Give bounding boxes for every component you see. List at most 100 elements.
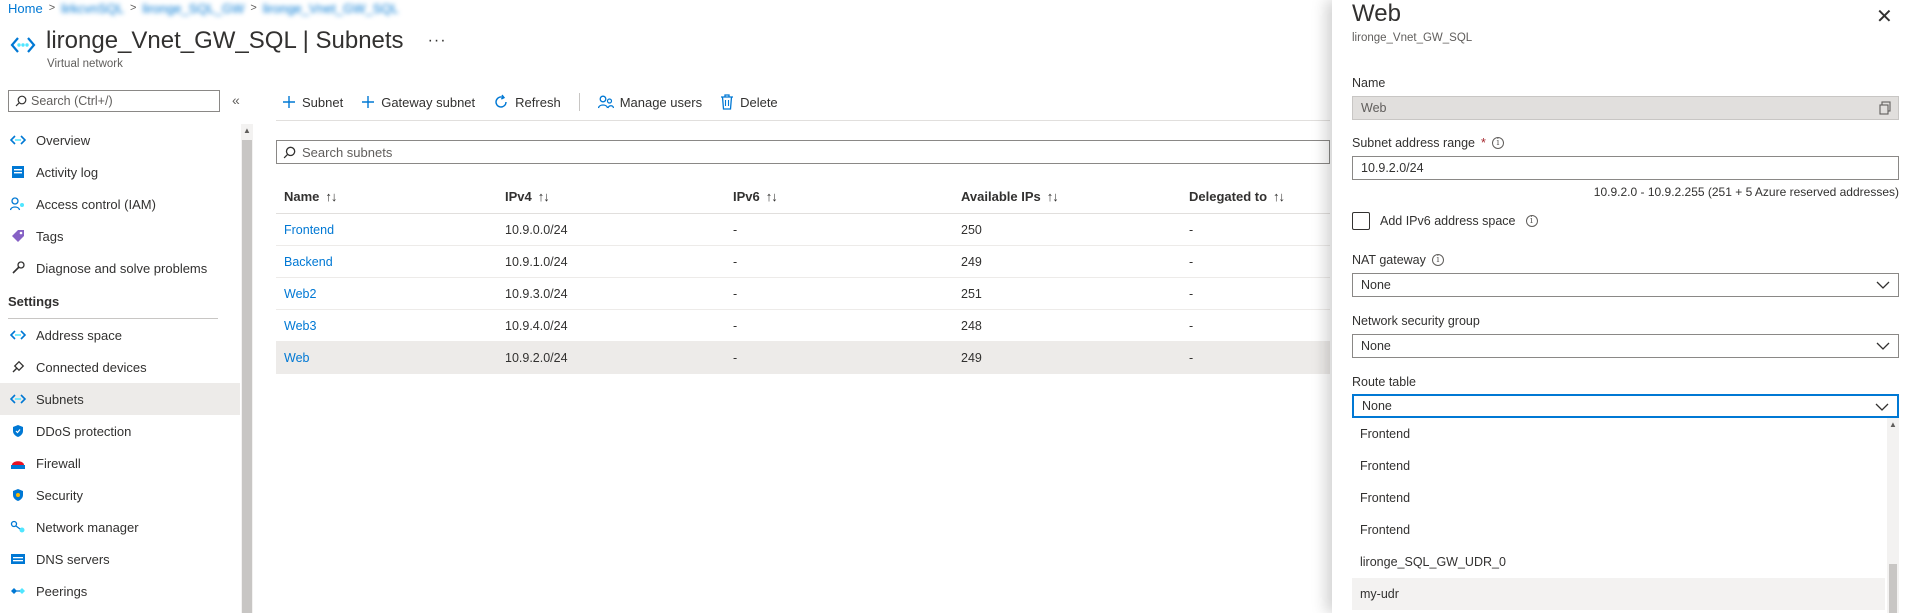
subnet-name-link[interactable]: Backend bbox=[284, 255, 333, 269]
field-value: 10.9.2.0/24 bbox=[1361, 161, 1424, 175]
nav-label: Diagnose and solve problems bbox=[36, 260, 208, 276]
dropdown-option-hovered[interactable]: my-udr bbox=[1352, 578, 1885, 610]
label-text: Name bbox=[1352, 76, 1386, 90]
sort-icon[interactable]: ↑↓ bbox=[325, 189, 337, 204]
vnet-icon bbox=[10, 37, 36, 53]
nav-label: DDoS protection bbox=[36, 423, 132, 439]
subnet-name-link[interactable]: Web3 bbox=[284, 319, 316, 333]
breadcrumb-item-blurred[interactable]: lirkcvnSQL bbox=[61, 1, 124, 16]
nav-item-connected-devices[interactable]: Connected devices bbox=[0, 351, 240, 383]
breadcrumb-item-blurred[interactable]: lironge_SQL_GW bbox=[142, 1, 244, 16]
nav-item-network-manager[interactable]: Network manager bbox=[0, 511, 240, 543]
nav-label: Security bbox=[36, 487, 83, 503]
scroll-up-arrow-icon[interactable]: ▲ bbox=[243, 126, 251, 135]
refresh-button[interactable]: Refresh bbox=[493, 94, 561, 110]
dropdown-option[interactable]: Frontend bbox=[1352, 450, 1885, 482]
table-row[interactable]: Frontend 10.9.0.0/24 - 250 - bbox=[276, 214, 1330, 246]
cell-delegated-to: - bbox=[1189, 254, 1194, 269]
resource-menu-scrollbar[interactable]: ▲ bbox=[241, 124, 253, 613]
nav-section-settings: Settings bbox=[8, 293, 60, 309]
column-header-ipv4[interactable]: IPv4 ↑↓ bbox=[505, 189, 733, 204]
nav-item-ddos-protection[interactable]: DDoS protection bbox=[0, 415, 240, 447]
nav-item-subnets[interactable]: Subnets bbox=[0, 383, 240, 415]
nav-item-overview[interactable]: Overview bbox=[0, 124, 240, 156]
scrollbar-thumb[interactable] bbox=[1889, 564, 1897, 613]
table-row[interactable]: Web2 10.9.3.0/24 - 251 - bbox=[276, 278, 1330, 310]
table-row[interactable]: Web3 10.9.4.0/24 - 248 - bbox=[276, 310, 1330, 342]
route-table-label: Route table bbox=[1352, 375, 1416, 389]
vnet-icon bbox=[10, 132, 26, 148]
cell-ipv4: 10.9.2.0/24 bbox=[505, 350, 568, 365]
command-bar-divider bbox=[276, 120, 1330, 121]
delete-button[interactable]: Delete bbox=[720, 94, 778, 110]
checkbox-box[interactable] bbox=[1352, 212, 1370, 230]
info-icon[interactable]: i bbox=[1431, 254, 1444, 266]
nav-label: Tags bbox=[36, 228, 64, 244]
resource-menu-search[interactable]: Search (Ctrl+/) bbox=[8, 90, 220, 112]
nsg-dropdown[interactable]: None bbox=[1352, 334, 1899, 358]
cell-ipv6: - bbox=[733, 350, 738, 365]
resource-menu: Overview Activity log Access control (IA… bbox=[0, 124, 240, 607]
dropdown-option[interactable]: lironge_SQL_GW_UDR_0 bbox=[1352, 546, 1885, 578]
breadcrumb-home[interactable]: Home bbox=[8, 1, 43, 16]
nav-item-dns-servers[interactable]: DNS servers bbox=[0, 543, 240, 575]
nat-gateway-dropdown[interactable]: None bbox=[1352, 273, 1899, 297]
info-icon[interactable]: i bbox=[1525, 215, 1538, 227]
dropdown-option[interactable]: Frontend bbox=[1352, 418, 1885, 450]
nav-label: Access control (IAM) bbox=[36, 196, 156, 212]
copy-icon[interactable] bbox=[1878, 101, 1892, 115]
cell-ipv6: - bbox=[733, 254, 738, 269]
table-row[interactable]: Backend 10.9.1.0/24 - 249 - bbox=[276, 246, 1330, 278]
plus-icon bbox=[283, 96, 295, 108]
more-actions-button[interactable]: ··· bbox=[428, 32, 447, 50]
column-header-ipv6[interactable]: IPv6 ↑↓ bbox=[733, 189, 961, 204]
dropdown-scrollbar[interactable]: ▲ bbox=[1887, 418, 1899, 613]
button-label: Refresh bbox=[515, 94, 561, 110]
subnet-edit-panel: Web lironge_Vnet_GW_SQL ✕ Name Web Subne… bbox=[1332, 0, 1909, 613]
dropdown-option[interactable]: Frontend bbox=[1352, 514, 1885, 546]
sort-icon[interactable]: ↑↓ bbox=[766, 189, 778, 204]
nav-item-firewall[interactable]: Firewall bbox=[0, 447, 240, 479]
add-gateway-subnet-button[interactable]: Gateway subnet bbox=[361, 95, 475, 110]
collapse-menu-button[interactable]: « bbox=[232, 92, 240, 108]
nav-item-activity-log[interactable]: Activity log bbox=[0, 156, 240, 188]
column-label: IPv4 bbox=[505, 189, 532, 204]
manage-users-button[interactable]: Manage users bbox=[597, 95, 702, 110]
checkbox-label: Add IPv6 address space bbox=[1380, 214, 1516, 228]
nav-item-diagnose[interactable]: Diagnose and solve problems bbox=[0, 252, 240, 284]
close-icon[interactable]: ✕ bbox=[1876, 4, 1893, 29]
scroll-up-arrow-icon[interactable]: ▲ bbox=[1889, 420, 1897, 429]
column-header-name[interactable]: Name ↑↓ bbox=[276, 189, 505, 204]
subnet-name-link[interactable]: Frontend bbox=[284, 223, 334, 237]
nav-item-peerings[interactable]: Peerings bbox=[0, 575, 240, 607]
cell-delegated-to: - bbox=[1189, 350, 1194, 365]
label-text: NAT gateway bbox=[1352, 253, 1426, 267]
breadcrumb-separator: > bbox=[48, 2, 56, 14]
column-header-delegated-to[interactable]: Delegated to ↑↓ bbox=[1189, 189, 1330, 204]
subnet-name-link[interactable]: Web bbox=[284, 351, 309, 365]
cell-delegated-to: - bbox=[1189, 222, 1194, 237]
subnet-range-input[interactable]: 10.9.2.0/24 bbox=[1352, 156, 1899, 180]
info-icon[interactable]: i bbox=[1491, 137, 1504, 149]
subnet-name-link[interactable]: Web2 bbox=[284, 287, 316, 301]
nav-label: Peerings bbox=[36, 583, 88, 599]
column-header-available-ips[interactable]: Available IPs ↑↓ bbox=[961, 189, 1189, 204]
sort-icon[interactable]: ↑↓ bbox=[1047, 189, 1059, 204]
dropdown-value: None bbox=[1361, 278, 1391, 292]
nav-item-tags[interactable]: Tags bbox=[0, 220, 240, 252]
sort-icon[interactable]: ↑↓ bbox=[1273, 189, 1285, 204]
nav-item-iam[interactable]: Access control (IAM) bbox=[0, 188, 240, 220]
breadcrumb-item-blurred[interactable]: lironge_Vnet_GW_SQL bbox=[263, 1, 399, 16]
route-table-dropdown[interactable]: None bbox=[1352, 394, 1899, 418]
add-ipv6-checkbox[interactable]: Add IPv6 address space i bbox=[1352, 212, 1538, 230]
scrollbar-thumb[interactable] bbox=[242, 140, 252, 613]
sort-icon[interactable]: ↑↓ bbox=[538, 189, 550, 204]
add-subnet-button[interactable]: Subnet bbox=[282, 95, 343, 110]
nav-item-security[interactable]: Security bbox=[0, 479, 240, 511]
nav-item-address-space[interactable]: Address space bbox=[0, 319, 240, 351]
users-icon bbox=[597, 95, 614, 109]
table-row-selected[interactable]: Web 10.9.2.0/24 - 249 - bbox=[276, 342, 1330, 374]
dropdown-option[interactable]: Frontend bbox=[1352, 482, 1885, 514]
cell-ipv6: - bbox=[733, 286, 738, 301]
subnet-search-input[interactable]: Search subnets bbox=[276, 140, 1330, 164]
